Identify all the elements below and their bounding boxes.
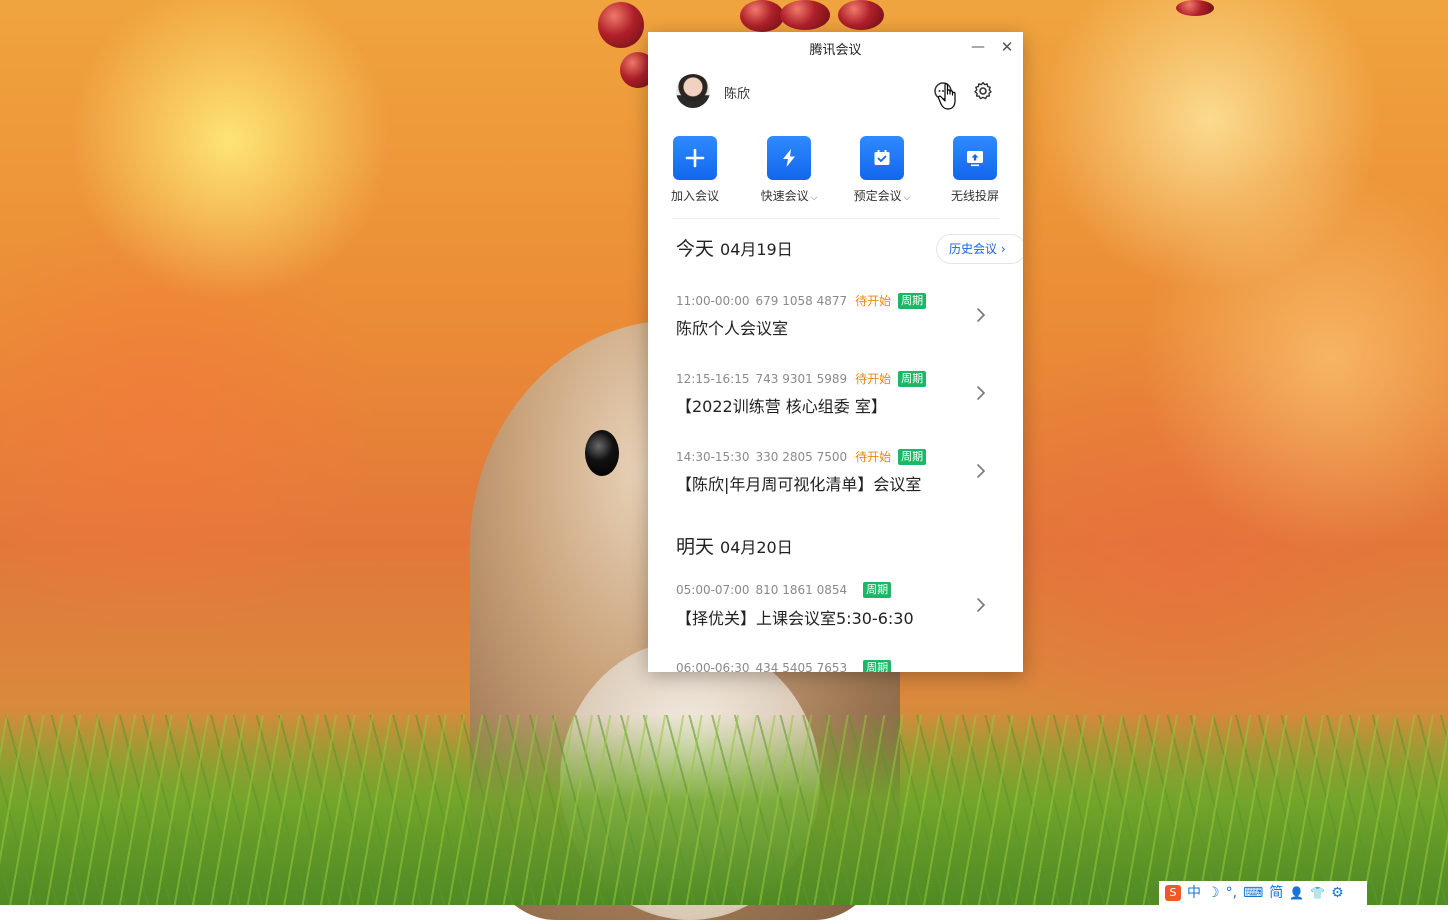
tencent-meeting-window: 腾讯会议 — ✕ 陈欣 加入会议 快速会议 ⌵ 预定会议 ⌵ 无线投屏 今天 0… [648,32,1023,672]
chevron-down-icon[interactable]: ⌵ [904,193,911,203]
meeting-time: 05:00-07:00 [676,583,750,597]
meeting-id: 679 1058 4877 [755,294,848,308]
recurring-badge: 周期 [898,371,927,387]
tomorrow-date: 04月20日 [720,538,793,557]
chevron-right-icon[interactable] [974,384,988,402]
ime-toolbar: S 中 ☽ °, ⌨ 简 👤 👕 ⚙ [1159,881,1367,905]
wireless-cast-label: 无线投屏 [950,189,999,203]
wireless-cast-button[interactable]: 无线投屏 [935,136,1015,204]
meeting-title: 【择优关】上课会议室5:30-6:30 [676,609,914,628]
meeting-time: 11:00-00:00 [676,294,750,308]
window-title: 腾讯会议 [809,43,862,58]
quick-meeting-label: 快速会议 [760,189,809,203]
chevron-right-icon[interactable] [974,306,988,324]
tomorrow-header: 明天 04月20日 [676,532,793,559]
screen-cast-icon[interactable] [953,136,997,180]
today-date: 04月19日 [720,240,793,259]
sogou-logo-icon[interactable]: S [1165,885,1181,901]
squirrel-eye [585,430,619,476]
recurring-badge: 周期 [898,293,927,309]
shirt-icon[interactable]: 👕 [1310,881,1325,905]
berry-decoration [838,0,884,30]
meeting-id: 810 1861 0854 [755,583,848,597]
today-header: 今天 04月19日 [676,234,793,261]
berry-decoration [1176,0,1214,16]
meeting-time: 14:30-15:30 [676,450,750,464]
berry-decoration [780,0,830,30]
today-label: 今天 [676,238,715,260]
join-meeting-label: 加入会议 [670,189,719,203]
avatar[interactable] [676,74,710,108]
meeting-item[interactable]: 06:00-06:30 434 5405 7653 周期 [648,660,1023,672]
recurring-badge: 周期 [863,582,892,598]
meeting-item[interactable]: 11:00-00:00 679 1058 4877 待开始 周期 陈欣个人会议室 [648,292,1023,362]
meeting-time: 06:00-06:30 [676,661,750,672]
history-meetings-button[interactable]: 历史会议 › [936,234,1023,264]
schedule-meeting-label: 预定会议 [853,189,902,203]
plus-icon[interactable] [673,136,717,180]
meeting-time: 12:15-16:15 [676,372,750,386]
tomorrow-label: 明天 [676,536,715,558]
user-name[interactable]: 陈欣 [724,83,750,102]
gear-icon[interactable] [972,80,994,102]
close-button[interactable]: ✕ [997,37,1017,57]
grass-foreground [0,715,1448,905]
berry-decoration [740,0,784,32]
recurring-badge: 周期 [898,449,927,465]
chevron-right-icon[interactable] [974,462,988,480]
ime-mode-toggle[interactable]: 中 [1187,881,1201,905]
schedule-meeting-button[interactable]: 预定会议 ⌵ [842,136,922,204]
calendar-icon[interactable] [860,136,904,180]
meeting-status: 待开始 [855,294,892,308]
join-meeting-button[interactable]: 加入会议 [655,136,735,204]
title-bar[interactable]: 腾讯会议 — ✕ [648,32,1023,62]
chevron-right-icon[interactable] [974,596,988,614]
meeting-status: 待开始 [855,450,892,464]
recurring-badge: 周期 [863,660,892,672]
berry-decoration [598,2,644,48]
keyboard-icon[interactable]: ⌨ [1243,881,1263,905]
meeting-title: 【陈欣|年月周可视化清单】会议室 [676,475,922,494]
quick-actions: 加入会议 快速会议 ⌵ 预定会议 ⌵ 无线投屏 [648,136,1023,206]
hand-cursor-icon [937,83,956,110]
minimize-button[interactable]: — [968,37,988,57]
lightning-icon[interactable] [767,136,811,180]
chevron-down-icon[interactable]: ⌵ [811,193,818,203]
simplified-toggle[interactable]: 简 [1269,881,1283,905]
meeting-item[interactable]: 05:00-07:00 810 1861 0854 周期 【择优关】上课会议室5:3… [648,582,1023,652]
meeting-id: 330 2805 7500 [755,450,848,464]
moon-icon[interactable]: ☽ [1207,881,1220,905]
meeting-id: 743 9301 5989 [755,372,848,386]
meeting-title: 陈欣个人会议室 [676,319,789,338]
divider [672,218,999,219]
meeting-status: 待开始 [855,372,892,386]
gear-icon[interactable]: ⚙ [1331,881,1344,905]
meeting-item[interactable]: 12:15-16:15 743 9301 5989 待开始 周期 【2022训练营 核… [648,370,1023,440]
person-icon[interactable]: 👤 [1289,881,1304,905]
quick-meeting-button[interactable]: 快速会议 ⌵ [749,136,829,204]
meeting-item[interactable]: 14:30-15:30 330 2805 7500 待开始 周期 【陈欣|年月周可视化… [648,448,1023,518]
meeting-id: 434 5405 7653 [755,661,848,672]
punctuation-icon[interactable]: °, [1226,881,1237,905]
meeting-title: 【2022训练营 核心组委 室】 [676,397,887,416]
